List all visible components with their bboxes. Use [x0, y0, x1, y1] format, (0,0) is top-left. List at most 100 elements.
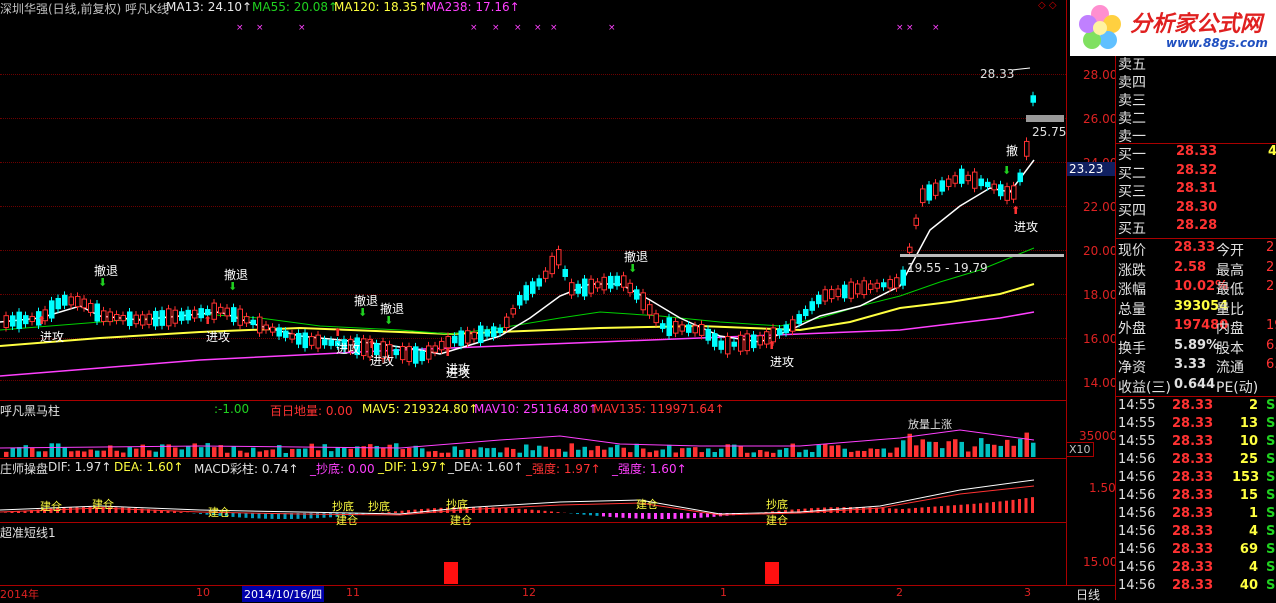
period-tab[interactable]: 日线 [1076, 586, 1100, 603]
candle-up [271, 327, 276, 332]
macd-signal-label: 建仓 [766, 512, 788, 528]
candle-down [583, 279, 588, 296]
candle-down [24, 316, 29, 324]
candle-down [479, 326, 484, 343]
macd-bar [1012, 500, 1015, 513]
candle-up [641, 293, 646, 310]
svg-text:×: × [932, 23, 940, 33]
tick-side: S [1266, 542, 1275, 557]
quote-label: 涨跌 [1118, 260, 1146, 280]
price-marker-bar [1026, 115, 1064, 122]
candle-up [173, 310, 178, 323]
candle-up [427, 346, 432, 359]
macd-dif2: _DIF: 1.97↑ [378, 460, 447, 474]
candle-up [869, 284, 874, 289]
candle-down [882, 283, 887, 287]
candle-up [602, 277, 607, 290]
tick-price: 28.33 [1172, 452, 1213, 467]
volume-bar [37, 451, 42, 457]
quote-label-2: 内盘 [1216, 318, 1244, 338]
range-annotation: 19.55 - 19.79 [907, 261, 988, 275]
quote-row: 净资 3.33 流通 6. [1116, 357, 1276, 375]
candle-up [862, 281, 867, 295]
quote-value-2: 6. [1266, 357, 1276, 372]
volume-bar [635, 444, 640, 457]
candle-up [212, 303, 217, 319]
volume-bar [329, 451, 334, 457]
macd-bar [258, 513, 261, 518]
volume-bar [1012, 446, 1017, 457]
high-price-annotation: 28.33 [980, 67, 1014, 81]
volume-bar [596, 446, 601, 457]
tick-volume: 4 [1232, 524, 1258, 539]
macd-bar [901, 509, 904, 513]
volume-bar [4, 452, 9, 457]
tick-price: 28.33 [1172, 434, 1213, 449]
volume-bar [24, 445, 29, 457]
volume-bar [882, 448, 887, 457]
candle-down [713, 334, 718, 347]
quote-label: 收益(三) [1118, 377, 1171, 397]
candle-down [453, 336, 458, 343]
candle-down [284, 331, 289, 337]
volume-bar [69, 451, 74, 457]
quote-label-2: 今开 [1216, 240, 1244, 260]
time-tick-nov: 11 [346, 586, 360, 599]
quote-value: 0.644 [1174, 377, 1215, 392]
volume-bar [479, 447, 484, 457]
volume-bar [310, 444, 315, 457]
candle-down [420, 351, 425, 360]
price-axis-tick: 18.00 [1083, 288, 1117, 302]
volume-bar [180, 449, 185, 457]
volume-bar [966, 452, 971, 457]
macd-bar [635, 513, 638, 518]
volume-ma-line [0, 430, 1034, 448]
volume-bar [713, 452, 718, 457]
macd-bar [264, 513, 267, 519]
macd-signal-label: 建仓 [40, 498, 62, 514]
quote-label: 总量 [1118, 299, 1146, 319]
volume-bar [583, 447, 588, 457]
macd-qd2: _强度: 1.60↑ [612, 460, 687, 477]
candle-down [524, 286, 529, 300]
candle-down [1031, 96, 1036, 102]
candle-down [752, 335, 757, 348]
candle-down [277, 328, 282, 336]
candle-up [745, 334, 750, 351]
main-chart-area[interactable]: 深圳华强(日线,前复权) 呼凡K线 MA13: 24.10↑ MA55: 20.… [0, 0, 1066, 585]
sell-level-row: 卖四 [1116, 72, 1276, 90]
candle-up [30, 316, 35, 321]
quote-label-2: 最高 [1216, 260, 1244, 280]
svg-text:×: × [470, 23, 478, 33]
time-tick-dec: 12 [522, 586, 536, 599]
candle-down [732, 342, 737, 346]
candle-up [953, 176, 958, 183]
candle-down [979, 179, 984, 186]
volume-bar [888, 453, 893, 457]
volume-bar [758, 450, 763, 457]
mav135-label: MAV135: 119971.64↑ [593, 402, 725, 416]
attack-arrow-icon: ⬆ [37, 314, 46, 327]
macd-bar [245, 513, 248, 518]
mid-price-annotation: 25.75 [1032, 125, 1066, 139]
svg-text:×: × [896, 23, 904, 33]
volume-bar [89, 449, 94, 457]
candle-up [908, 247, 913, 252]
attack-signal-label: 进攻 [40, 328, 64, 345]
candle-down [56, 298, 61, 308]
tick-price: 28.33 [1172, 524, 1213, 539]
volume-bar [63, 447, 68, 457]
tick-row: 14:55 28.33 2 S [1116, 398, 1276, 416]
buy-level-price: 28.33 [1176, 144, 1217, 159]
volume-bar [609, 447, 614, 457]
tick-volume: 69 [1232, 542, 1258, 557]
macd-signal-label: 建仓 [92, 496, 114, 512]
volume-bar [102, 451, 107, 457]
candle-down [232, 308, 237, 322]
volume-bar [459, 450, 464, 457]
buy-level-price: 28.28 [1176, 218, 1217, 233]
candle-up [134, 315, 139, 324]
volume-bar [953, 439, 958, 457]
volume-bar [381, 448, 386, 457]
macd-bar [518, 509, 521, 513]
